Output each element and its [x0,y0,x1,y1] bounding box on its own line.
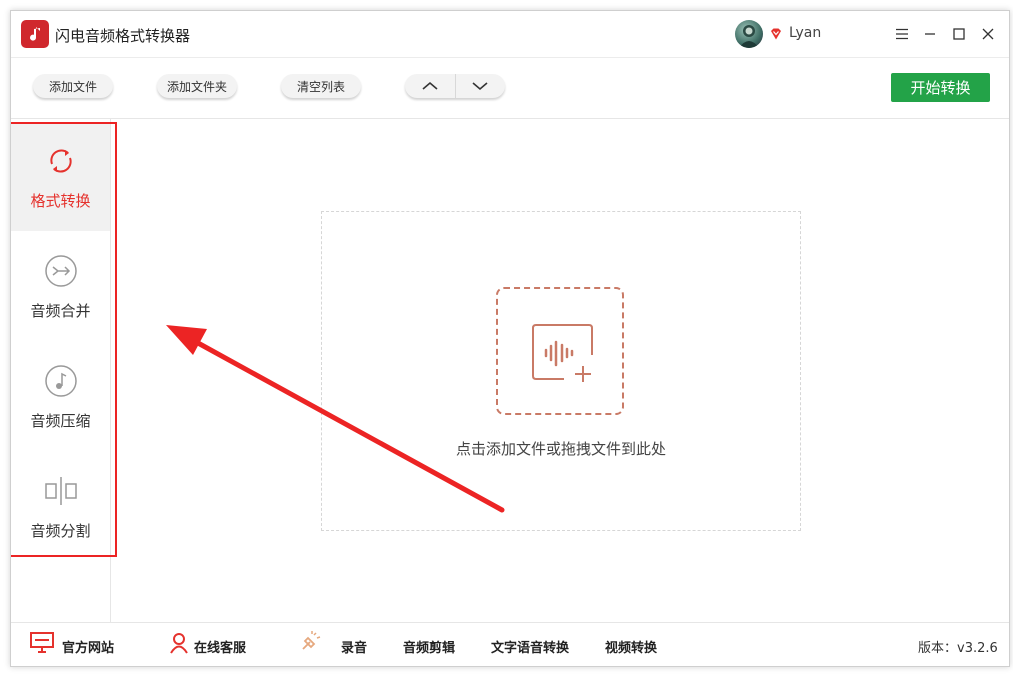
maximize-icon[interactable] [946,21,972,47]
sidebar-item-audio-split[interactable]: 音频分割 [11,453,110,561]
sidebar-item-audio-compress[interactable]: 音频压缩 [11,343,110,451]
clear-list-button[interactable]: 清空列表 [281,74,361,98]
video-convert-link[interactable]: 视频转换 [605,637,657,656]
sidebar-item-label: 音频压缩 [30,412,91,430]
sidebar-item-label: 格式转换 [30,192,91,210]
move-buttons [405,74,505,98]
move-up-button[interactable] [405,74,456,98]
text-to-speech-link[interactable]: 文字语音转换 [491,637,569,656]
version-label: 版本：v3.2.6 [918,641,998,656]
record-link[interactable]: 录音 [341,637,367,656]
chevron-down-icon [472,82,488,91]
move-down-button[interactable] [456,74,506,98]
start-convert-button[interactable]: 开始转换 [891,73,990,102]
app-window: 闪电音频格式转换器 Lyan 添加文件 添加文件夹 清空列表 开始转换 格式转换… [10,10,1010,667]
drop-hint-text: 点击添加文件或拖拽文件到此处 [455,440,666,458]
app-logo-icon [21,20,49,48]
username[interactable]: Lyan [789,25,821,41]
user-service-icon [170,633,188,654]
user-avatar[interactable] [735,20,763,48]
record-icon [302,631,321,650]
sidebar: 格式转换 音频合并 音频压缩 音频分割 [11,119,117,622]
file-drop-zone[interactable]: 点击添加文件或拖拽文件到此处 [321,211,801,531]
sidebar-item-label: 音频分割 [30,522,91,540]
compress-icon [45,365,77,397]
add-file-dropbox[interactable] [496,287,624,415]
split-icon [45,477,77,505]
official-site-link[interactable]: 官方网站 [62,637,114,656]
audio-cut-link[interactable]: 音频剪辑 [403,637,455,656]
footer-bar: 官方网站 在线客服 录音 音频剪辑 文字语音转换 视频转换 版本：v3.2.6 [11,622,1009,666]
menu-icon[interactable] [889,21,915,47]
toolbar: 添加文件 添加文件夹 清空列表 开始转换 [11,58,1009,119]
app-title: 闪电音频格式转换器 [55,27,191,45]
close-icon[interactable] [975,21,1001,47]
audio-add-icon [532,324,593,382]
online-service-link[interactable]: 在线客服 [194,637,246,656]
minimize-icon[interactable] [917,21,943,47]
convert-icon [50,149,72,173]
add-folder-button[interactable]: 添加文件夹 [157,74,237,98]
chevron-up-icon [422,81,438,90]
sidebar-item-format-convert[interactable]: 格式转换 [11,123,110,231]
add-file-button[interactable]: 添加文件 [33,74,113,98]
vip-diamond-icon [771,28,781,40]
title-bar: 闪电音频格式转换器 Lyan [11,11,1009,58]
sidebar-item-label: 音频合并 [30,302,91,320]
monitor-icon [30,632,54,653]
sidebar-item-audio-merge[interactable]: 音频合并 [11,233,110,341]
merge-icon [45,255,77,287]
